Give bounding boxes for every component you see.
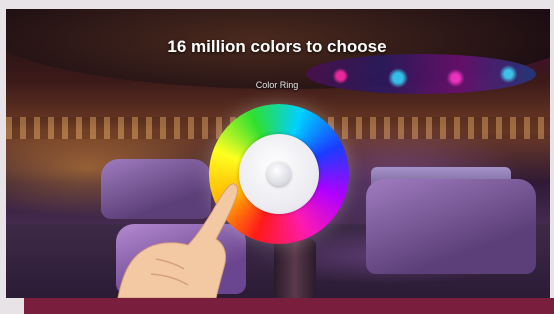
color-ring[interactable] (209, 104, 349, 244)
color-ring-inner-disc (239, 134, 319, 214)
lounge-chair (116, 224, 246, 294)
color-ring-center-button[interactable] (267, 162, 291, 186)
ceiling-neon-lights (306, 54, 536, 94)
lounge-chair (366, 179, 536, 274)
headline: 16 million colors to choose (167, 37, 387, 56)
color-ring-label: Color Ring (255, 80, 299, 90)
bottom-accent-band (24, 298, 554, 314)
lounge-chair (101, 159, 211, 219)
pedestal (274, 239, 316, 298)
